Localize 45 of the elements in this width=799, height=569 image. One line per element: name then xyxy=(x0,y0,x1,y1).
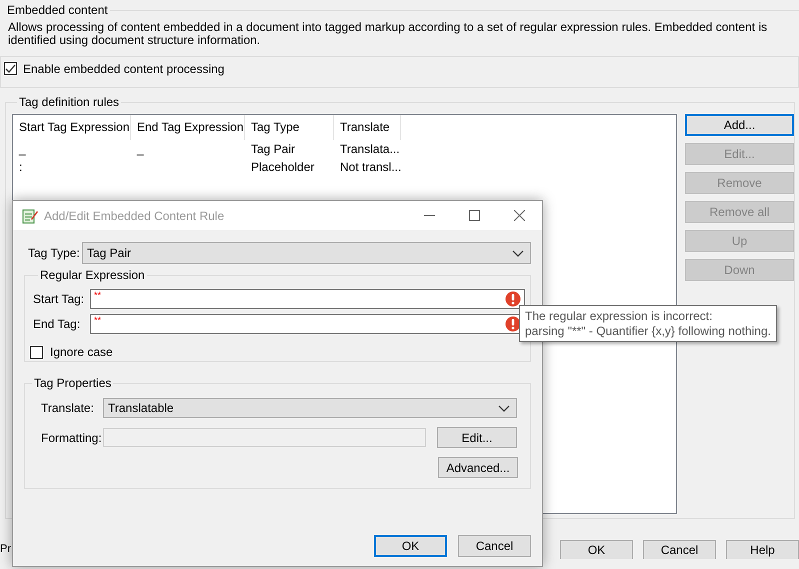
group-title: Tag definition rules xyxy=(19,95,120,109)
check-icon xyxy=(4,63,17,74)
column-header[interactable]: Tag Type xyxy=(245,115,334,140)
field-label: Tag Type: xyxy=(27,246,81,260)
checkbox[interactable] xyxy=(30,346,43,358)
checkbox-label: Enable embedded content processing xyxy=(23,62,224,76)
group-title: Tag Properties xyxy=(34,376,112,390)
group-title: Embedded content xyxy=(7,3,108,17)
table-cell-text: _ xyxy=(136,141,145,158)
translate-dropdown[interactable]: Translatable xyxy=(103,398,517,418)
field-label: Translate: xyxy=(41,401,95,415)
table-cell-text: Tag Pair xyxy=(250,141,296,158)
column-header[interactable]: Translate xyxy=(334,115,401,140)
dialog-button[interactable]: Cancel xyxy=(458,535,531,557)
chevron-icon xyxy=(512,250,524,256)
group-title: Regular Expression xyxy=(40,268,145,282)
table-cell-text: Translata... xyxy=(339,141,401,158)
column-header[interactable]: End Tag Expression xyxy=(131,115,245,140)
dialog-button[interactable]: OK xyxy=(374,535,447,557)
checkbox-label: Ignore case xyxy=(50,345,113,359)
field-label: End Tag: xyxy=(33,317,82,331)
maximize-icon xyxy=(469,210,480,221)
description-text: Allows processing of content embedded in a document into tagged markup according to a set of regular expression rules. Embedded content is identified using document structure information. xyxy=(8,21,768,47)
table-cell-text: Not transl... xyxy=(339,159,401,176)
close-icon xyxy=(514,210,525,221)
window-title: Add/Edit Embedded Content Rule xyxy=(44,208,226,222)
table-cell-text: _ xyxy=(18,141,27,158)
field-label: Start Tag: xyxy=(33,292,86,306)
checkbox[interactable] xyxy=(4,62,17,75)
dialog-button[interactable]: Cancel xyxy=(643,540,716,559)
tooltip-text: The regular expression is incorrect: xyxy=(525,309,712,324)
document-edit-icon xyxy=(22,208,38,224)
table-cell-text: Placeholder xyxy=(250,159,316,176)
column-header[interactable]: Start Tag Expression xyxy=(13,115,131,140)
button-text: Pr xyxy=(0,543,11,555)
tooltip-text: parsing "**" - Quantifier {x,y} following nothing. xyxy=(525,324,771,339)
dialog-button[interactable]: OK xyxy=(560,540,633,559)
table-cell-text: : xyxy=(18,159,24,176)
rule-button[interactable]: Add... xyxy=(685,114,794,136)
input-field[interactable]: ** xyxy=(90,289,525,309)
field-label: Formatting: xyxy=(41,430,103,444)
advanced-button[interactable]: Advanced... xyxy=(438,457,518,478)
chevron-icon xyxy=(498,404,510,412)
dialog-button[interactable]: Help xyxy=(726,540,799,559)
tag-type-dropdown[interactable]: Tag Pair xyxy=(82,242,531,264)
